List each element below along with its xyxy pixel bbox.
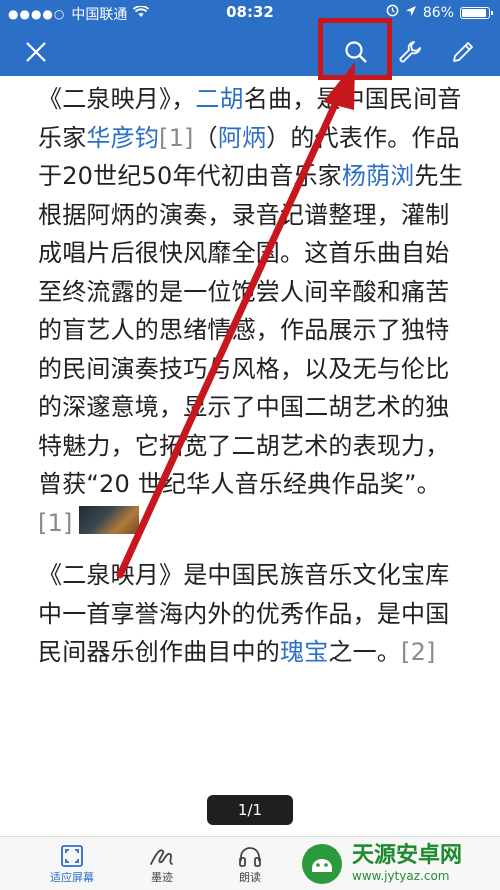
reference-link[interactable]: [1] — [159, 124, 194, 152]
reference-link[interactable]: [1] — [38, 509, 73, 537]
tab-read-aloud[interactable]: 朗读 — [210, 843, 290, 885]
tab-label: 朗读 — [239, 871, 261, 884]
location-icon — [405, 5, 417, 21]
tools-button[interactable] — [390, 32, 430, 72]
battery-percent: 86% — [422, 4, 454, 21]
pencil-icon — [453, 42, 473, 62]
link-erhu[interactable]: 二胡 — [195, 85, 243, 113]
battery-icon — [460, 6, 493, 19]
page-indicator: 1/1 — [207, 795, 293, 825]
ink-icon — [150, 849, 173, 865]
watermark-logo-icon — [302, 843, 342, 884]
watermark: 天源安卓网 www.jytyaz.com — [300, 838, 500, 889]
text-span: 《二泉映月》， — [38, 85, 196, 113]
fit-screen-icon — [61, 845, 83, 867]
close-button[interactable] — [16, 32, 56, 72]
reference-link[interactable]: [2] — [401, 638, 436, 666]
search-highlight-box — [318, 18, 392, 80]
album-thumbnail[interactable] — [78, 505, 139, 534]
link-yang-yinliu[interactable]: 杨荫浏 — [342, 162, 415, 190]
text-span: 先生根据阿炳的演奏，录音记谱整理，灌制成唱片后很快风靡全国。这首乐曲自始至终流露… — [38, 162, 463, 498]
watermark-url: www.jytyaz.com — [352, 868, 450, 883]
text-span: 之一。 — [328, 638, 402, 666]
tab-fit-screen[interactable]: 适应屏幕 — [32, 843, 112, 885]
edit-button[interactable] — [443, 32, 483, 72]
text-span: （ — [193, 123, 218, 152]
article-paragraph-1: 《二泉映月》，二胡名曲，是中国民间音乐家华彦钧[1]（阿炳）的代表作。作品于20… — [38, 80, 468, 542]
top-bar: ●●●●○ 中国联通 08:32 86% — [0, 0, 500, 76]
link-a-bing[interactable]: 阿炳 — [218, 124, 266, 152]
status-bar: ●●●●○ 中国联通 08:32 86% — [0, 0, 500, 26]
headphones-icon — [239, 847, 261, 867]
wrench-icon — [399, 41, 421, 63]
close-icon — [26, 42, 46, 62]
link-treasure[interactable]: 瑰宝 — [280, 638, 328, 666]
article-body: 《二泉映月》，二胡名曲，是中国民间音乐家华彦钧[1]（阿炳）的代表作。作品于20… — [38, 80, 468, 672]
watermark-title: 天源安卓网 — [352, 842, 463, 868]
article-paragraph-2: 《二泉映月》是中国民族音乐文化宝库中一首享誉海内外的优秀作品，是中国民间器乐创作… — [38, 556, 468, 672]
tab-label: 墨迹 — [151, 871, 173, 884]
tab-ink[interactable]: 墨迹 — [122, 843, 202, 885]
link-hua-yanjun[interactable]: 华彦钧 — [86, 124, 159, 152]
tab-label: 适应屏幕 — [50, 871, 94, 884]
